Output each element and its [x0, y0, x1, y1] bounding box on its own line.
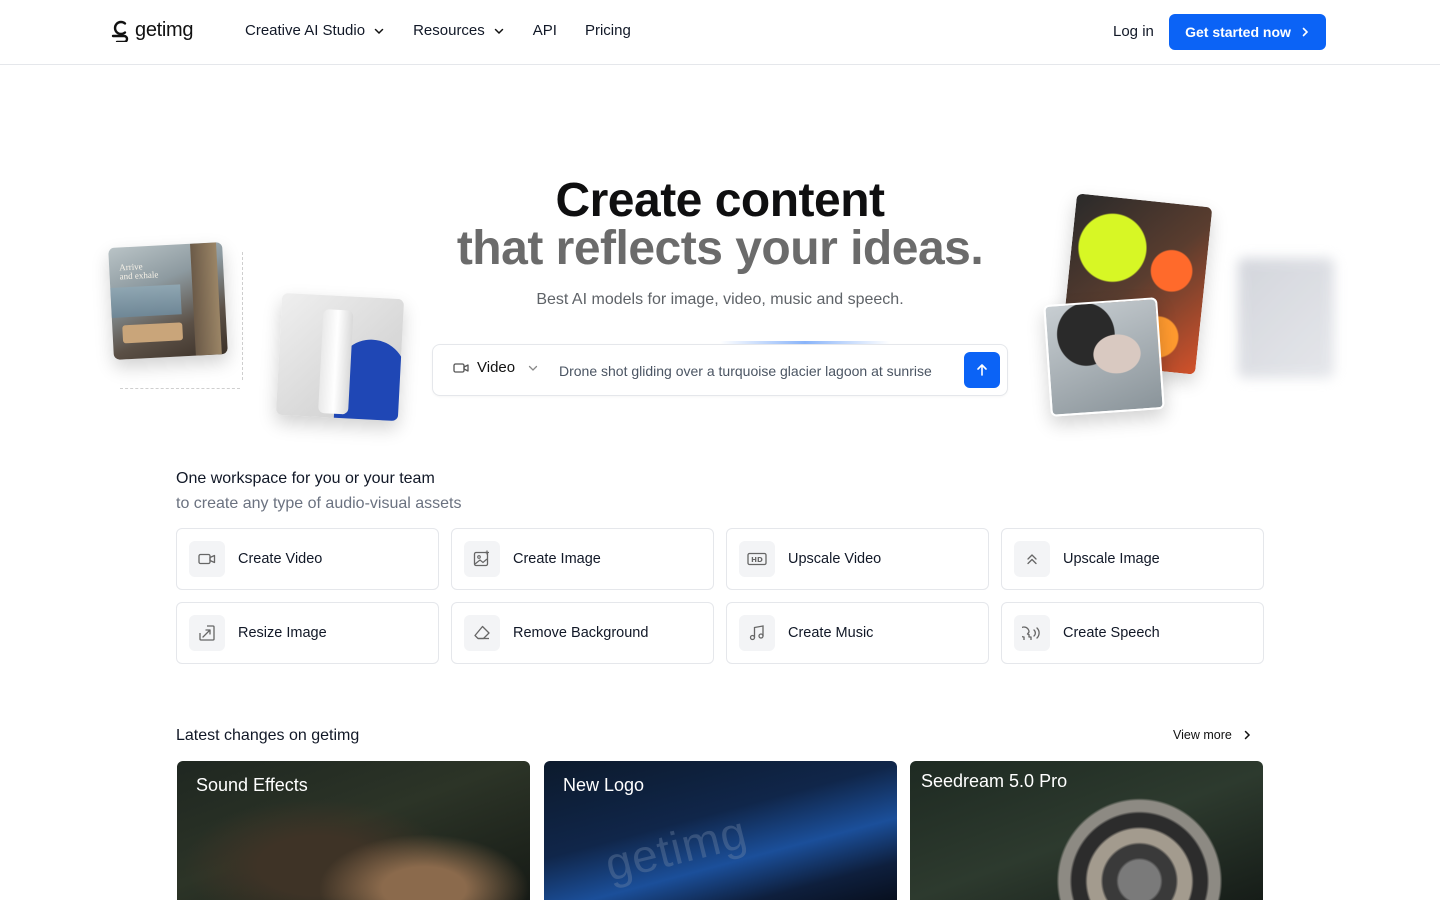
eraser-icon [464, 615, 500, 651]
hd-icon: HD [739, 541, 775, 577]
getimg-logo-icon [111, 20, 129, 42]
nav-label: API [532, 22, 557, 39]
workspace-title: One workspace for you or your team [176, 470, 435, 487]
nav-label: Creative AI Studio [245, 22, 366, 39]
prompt-input[interactable] [559, 359, 959, 383]
tool-label: Upscale Image [1063, 551, 1160, 567]
music-note-icon [739, 615, 775, 651]
tool-label: Create Video [238, 551, 323, 567]
hero-image-product [275, 292, 405, 422]
main-nav: Creative AI Studio Resources API Pricing [245, 22, 631, 39]
nav-pricing[interactable]: Pricing [585, 22, 631, 39]
view-more-link[interactable]: View more [1173, 728, 1252, 742]
prompt-bar: Video [432, 344, 1008, 396]
chevron-down-icon [494, 28, 504, 34]
latest-title: Latest changes on getimg [176, 727, 360, 744]
tool-label: Create Music [788, 625, 874, 641]
tool-create-video[interactable]: Create Video [176, 528, 439, 590]
tool-label: Create Speech [1063, 625, 1160, 641]
video-camera-icon [453, 362, 469, 373]
video-camera-icon [189, 541, 225, 577]
mode-select-value: Video [477, 359, 516, 376]
tool-create-speech[interactable]: Create Speech [1001, 602, 1264, 664]
logo[interactable]: getimg [111, 19, 194, 42]
arrow-up-icon [977, 364, 987, 376]
nav-api[interactable]: API [533, 22, 557, 39]
dashed-guide [120, 388, 240, 389]
view-more-label: View more [1173, 728, 1232, 742]
svg-text:HD: HD [751, 556, 763, 564]
double-chevron-up-icon [1014, 541, 1050, 577]
tool-create-image[interactable]: Create Image [451, 528, 714, 590]
tool-upscale-video[interactable]: HD Upscale Video [726, 528, 989, 590]
image-plus-icon [464, 541, 500, 577]
news-card-seedream[interactable]: Seedream 5.0 Pro [910, 761, 1263, 900]
resize-arrow-icon [189, 615, 225, 651]
tool-resize-image[interactable]: Resize Image [176, 602, 439, 664]
chevron-right-icon [1244, 730, 1250, 740]
nav-label: Resources [413, 22, 485, 39]
get-started-label: Get started now [1185, 24, 1291, 40]
site-header: getimg Creative AI Studio Resources API … [0, 0, 1440, 65]
chevron-down-icon [528, 365, 538, 371]
news-card-title: Seedream 5.0 Pro [921, 771, 1068, 791]
news-card-sound-effects[interactable]: Sound Effects [177, 761, 530, 900]
news-card-title: New Logo [563, 775, 645, 795]
get-started-button[interactable]: Get started now [1169, 14, 1326, 50]
submit-prompt-button[interactable] [964, 352, 1000, 388]
logo-text: getimg [135, 19, 194, 41]
nav-label: Pricing [584, 22, 631, 39]
workspace-subtitle: to create any type of audio-visual asset… [176, 495, 462, 512]
mode-select[interactable]: Video [453, 359, 539, 376]
tool-label: Remove Background [513, 625, 649, 641]
tool-label: Create Image [513, 551, 601, 567]
tool-create-music[interactable]: Create Music [726, 602, 989, 664]
tool-remove-background[interactable]: Remove Background [451, 602, 714, 664]
news-card-new-logo[interactable]: getimg New Logo [544, 761, 897, 900]
hero-title-line1: Create content [555, 174, 885, 227]
chevron-down-icon [374, 28, 384, 34]
news-card-title: Sound Effects [196, 775, 308, 795]
tool-label: Upscale Video [788, 551, 882, 567]
nav-resources[interactable]: Resources [413, 22, 505, 39]
hero-title-line2: that reflects your ideas. [456, 222, 984, 275]
hero-image-blurred [1238, 258, 1334, 378]
nav-creative-ai-studio[interactable]: Creative AI Studio [245, 22, 385, 39]
tool-upscale-image[interactable]: Upscale Image [1001, 528, 1264, 590]
speech-head-icon [1014, 615, 1050, 651]
tool-grid: Create Video Create Image HD Upscale Vid… [176, 528, 1264, 664]
chevron-right-icon [1302, 27, 1309, 37]
hero-subtitle: Best AI models for image, video, music a… [536, 291, 904, 308]
hero-image-portrait [1043, 297, 1165, 417]
logo-watermark: getimg [599, 805, 753, 891]
login-link[interactable]: Log in [1113, 23, 1154, 40]
tool-label: Resize Image [238, 625, 327, 641]
